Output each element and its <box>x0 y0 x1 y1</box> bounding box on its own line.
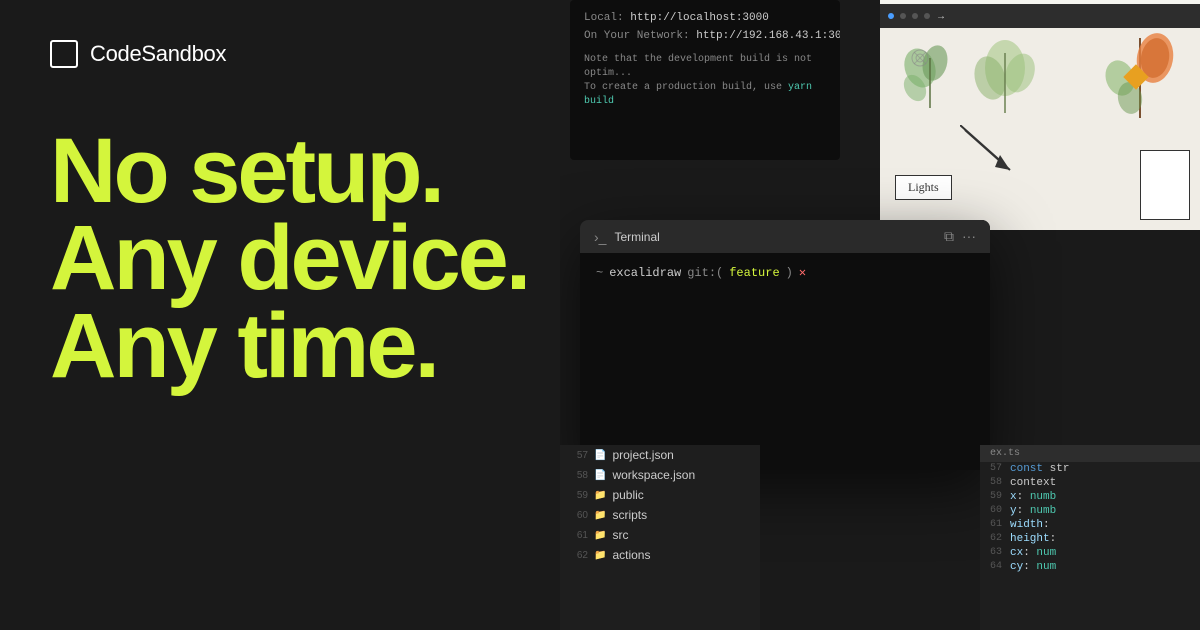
terminal-maximize-btn[interactable]: ⧉ <box>944 228 954 245</box>
terminal-header-right: ⧉ ··· <box>944 228 976 245</box>
yarn-build-cmd: yarn build <box>584 82 812 107</box>
design-toolbar: → <box>880 4 1200 28</box>
code-line-61: 61 width: <box>980 518 1200 532</box>
terminal-chevron-icon: ›_ <box>594 229 606 245</box>
code-editor: ex.ts 57 const str 58 context 59 x: numb… <box>980 445 1200 630</box>
terminal-header-left: ›_ Terminal <box>594 229 660 245</box>
plant-2 <box>970 33 1040 123</box>
terminal-note: Note that the development build is not o… <box>584 53 826 109</box>
folder-icon: 📁 <box>594 490 606 501</box>
logo-area: CodeSandbox <box>50 40 530 68</box>
file-row-actions[interactable]: 62 📁 actions <box>560 545 760 565</box>
terminal-more-btn[interactable]: ··· <box>962 228 976 245</box>
plant-1 <box>900 38 960 118</box>
lights-label: Lights <box>908 180 939 194</box>
actions-label: actions <box>612 548 650 562</box>
file-row-public[interactable]: 59 📁 public <box>560 485 760 505</box>
network-url: http://192.168.43.1:3000 <box>696 30 840 42</box>
logo-text: CodeSandbox <box>90 41 226 67</box>
prompt-x: ✕ <box>799 265 806 280</box>
file-icon: 📄 <box>594 470 606 481</box>
code-filename: ex.ts <box>990 448 1020 459</box>
prompt-tilde: ~ <box>596 266 603 280</box>
terminal-top-output: Local: http://localhost:3000 On Your Net… <box>570 0 840 160</box>
file-row-src[interactable]: 61 📁 src <box>560 525 760 545</box>
code-line-62: 62 height: <box>980 532 1200 546</box>
folder-icon: 📁 <box>594 550 606 561</box>
network-label: On Your Network: <box>584 30 690 42</box>
code-line-63: 63 cx: num <box>980 546 1200 560</box>
terminal-float[interactable]: ›_ Terminal ⧉ ··· ~ excalidraw git:( feat… <box>580 220 990 470</box>
logo-icon <box>50 40 78 68</box>
toolbar-play-icon <box>888 13 894 19</box>
design-canvas: → <box>880 0 1200 230</box>
code-line-59: 59 x: numb <box>980 490 1200 504</box>
prompt-dir: excalidraw <box>609 266 681 280</box>
code-line-57: 57 const str <box>980 462 1200 476</box>
hero-line-2: Any device. <box>50 215 530 302</box>
prompt-branch-name: feature <box>729 266 779 280</box>
hero-line-1: No setup. <box>50 128 530 215</box>
toolbar-arrow-icon: → <box>936 11 946 22</box>
file-explorer: 57 📄 project.json 58 📄 workspace.json 59… <box>560 445 760 630</box>
folder-icon: 📁 <box>594 530 606 541</box>
hero-text: No setup. Any device. Any time. <box>50 128 530 390</box>
lights-box: Lights <box>895 175 952 200</box>
botanical-area: Lights <box>880 28 1200 230</box>
toolbar-dot2-icon <box>924 13 930 19</box>
hero-section: CodeSandbox No setup. Any device. Any ti… <box>0 0 580 630</box>
prompt-branch-suffix: ) <box>786 266 793 280</box>
toolbar-stop-icon <box>900 13 906 19</box>
code-line-60: 60 y: numb <box>980 504 1200 518</box>
terminal-body: ~ excalidraw git:( feature) ✕ <box>580 253 990 292</box>
terminal-header: ›_ Terminal ⧉ ··· <box>580 220 990 253</box>
local-url: http://localhost:3000 <box>630 12 769 24</box>
file-row-workspace[interactable]: 58 📄 workspace.json <box>560 465 760 485</box>
terminal-title: Terminal <box>614 230 659 244</box>
right-panel: Local: http://localhost:3000 On Your Net… <box>560 0 1200 630</box>
arrow-lines <box>960 125 1020 180</box>
code-editor-header: ex.ts <box>980 445 1200 462</box>
terminal-prompt: ~ excalidraw git:( feature) ✕ <box>596 265 974 280</box>
local-label: Local: <box>584 12 624 24</box>
white-box <box>1140 150 1190 220</box>
file-row-scripts[interactable]: 60 📁 scripts <box>560 505 760 525</box>
code-line-64: 64 cy: num <box>980 560 1200 574</box>
toolbar-dot-icon <box>912 13 918 19</box>
folder-icon: 📁 <box>594 510 606 521</box>
file-row-project[interactable]: 57 📄 project.json <box>560 445 760 465</box>
hero-line-3: Any time. <box>50 303 530 390</box>
prompt-branch-prefix: git:( <box>687 266 723 280</box>
design-content: Lights <box>880 28 1200 230</box>
file-icon: 📄 <box>594 450 606 461</box>
code-line-58: 58 context <box>980 476 1200 490</box>
